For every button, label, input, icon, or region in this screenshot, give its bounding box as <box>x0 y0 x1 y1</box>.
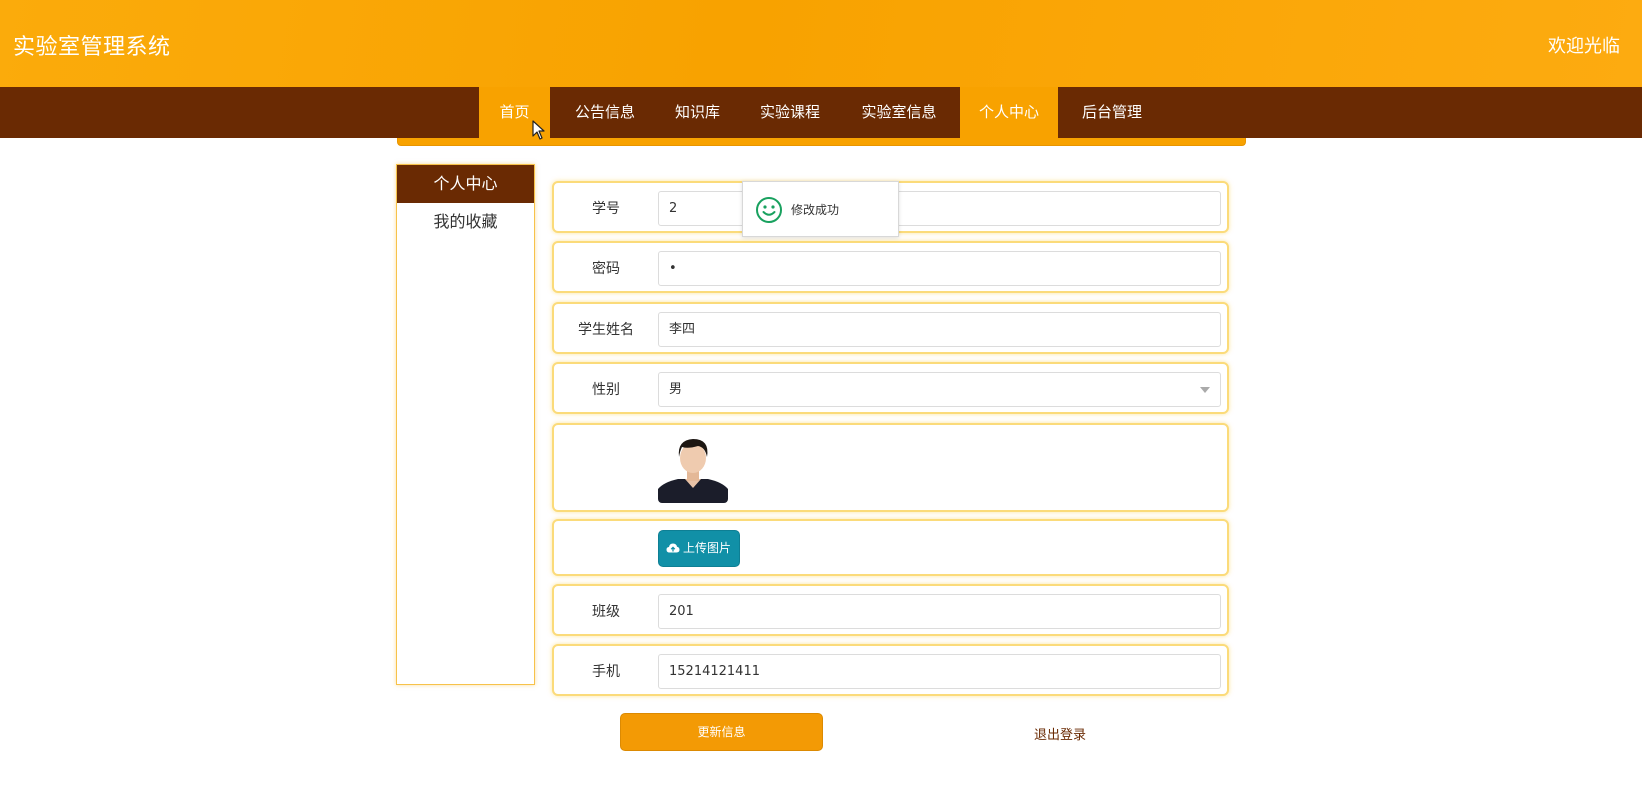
mouse-cursor-icon <box>532 120 545 140</box>
welcome-text: 欢迎光临 <box>1548 36 1620 57</box>
form-row-password: 密码 • <box>552 241 1229 293</box>
gender-label: 性别 <box>592 382 620 398</box>
student-id-label: 学号 <box>592 201 620 217</box>
upload-image-label: 上传图片 <box>683 541 732 555</box>
top-header: 实验室管理系统 欢迎光临 <box>0 0 1642 87</box>
phone-label: 手机 <box>592 664 620 680</box>
form-row-class: 班级 201 <box>552 584 1229 636</box>
student-name-label: 学生姓名 <box>578 322 634 338</box>
form-row-upload: 上传图片 <box>552 519 1229 576</box>
nav-item-admin[interactable]: 后台管理 <box>1068 87 1156 138</box>
class-label: 班级 <box>592 604 620 620</box>
nav-item-lab-courses[interactable]: 实验课程 <box>745 87 835 138</box>
nav-item-knowledge-base[interactable]: 知识库 <box>660 87 735 138</box>
class-input[interactable]: 201 <box>658 594 1221 629</box>
form-row-student-name: 学生姓名 李四 <box>552 302 1229 354</box>
avatar <box>658 433 728 503</box>
form-row-phone: 手机 15214121411 <box>552 644 1229 696</box>
sidebar: 个人中心 我的收藏 <box>396 164 535 685</box>
password-input[interactable]: • <box>658 251 1221 286</box>
password-label: 密码 <box>592 261 620 277</box>
update-info-button[interactable]: 更新信息 <box>620 713 823 751</box>
cloud-upload-icon <box>666 543 680 553</box>
nav-item-personal-center[interactable]: 个人中心 <box>960 87 1058 138</box>
chevron-down-icon <box>1200 387 1210 393</box>
sidebar-item-personal-center[interactable]: 个人中心 <box>397 165 534 203</box>
gender-selected-value: 男 <box>669 382 683 397</box>
site-title: 实验室管理系统 <box>13 35 171 60</box>
nav-item-lab-info[interactable]: 实验室信息 <box>845 87 953 138</box>
form-row-gender: 性别 男 <box>552 362 1229 414</box>
form-row-avatar <box>552 423 1229 512</box>
smile-icon <box>756 197 782 223</box>
gender-select[interactable]: 男 <box>658 372 1221 407</box>
phone-input[interactable]: 15214121411 <box>658 654 1221 689</box>
logout-link[interactable]: 退出登录 <box>1034 724 1086 743</box>
toast-message: 修改成功 <box>791 203 840 217</box>
success-toast: 修改成功 <box>742 181 899 237</box>
sidebar-item-my-favorites[interactable]: 我的收藏 <box>397 203 534 241</box>
student-name-input[interactable]: 李四 <box>658 312 1221 347</box>
upload-image-button[interactable]: 上传图片 <box>658 530 740 567</box>
nav-item-announcements[interactable]: 公告信息 <box>560 87 650 138</box>
